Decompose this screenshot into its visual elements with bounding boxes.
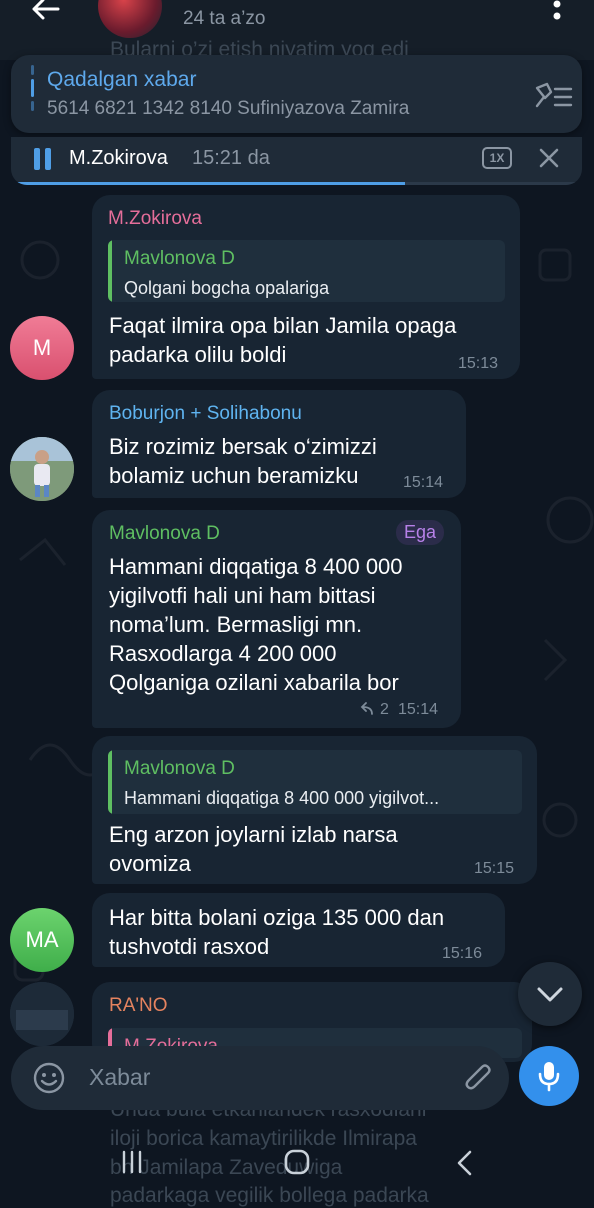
message-text-line: Faqat ilmira opa bilan Jamila opaga <box>109 313 457 338</box>
member-count: 24 ta a’zo <box>183 8 266 29</box>
avatar-photo <box>10 982 74 1046</box>
message-text-line: noma’lum. Bermasligi mn. <box>109 612 363 637</box>
avatar[interactable] <box>10 982 74 1046</box>
reply-sender: Mavlonova D <box>124 758 235 779</box>
owner-badge: Ega <box>396 520 445 545</box>
microphone-icon <box>538 1062 560 1092</box>
avatar[interactable]: M <box>10 316 74 380</box>
reply-quote[interactable]: Mavlonova D Qolgani bogcha opalariga <box>108 240 505 302</box>
pinned-text: 5614 6821 1342 8140 Sufiniyazova Zamira <box>47 98 410 119</box>
player-time: 15:21 da <box>192 147 270 169</box>
message-bubble[interactable]: Mavlonova D Hammani diqqatiga 8 400 000 … <box>92 736 537 884</box>
pinned-indicator <box>31 65 34 121</box>
audio-player-bar[interactable]: M.Zokirova 15:21 da 1X <box>11 137 582 185</box>
message-time: 15:15 <box>474 860 515 877</box>
recent-apps-icon[interactable] <box>120 1150 144 1174</box>
message-time: 15:13 <box>458 355 499 372</box>
sender-name[interactable]: Boburjon + Solihabonu <box>109 403 302 425</box>
message-text-line: bolamiz uchun beramizku <box>109 463 359 488</box>
message-input-bar[interactable]: Xabar <box>11 1046 509 1110</box>
message-text-line: Biz rozimiz bersak o‘zimizzi <box>109 434 377 459</box>
attach-icon[interactable] <box>463 1060 495 1096</box>
message-time: 15:16 <box>442 945 483 962</box>
message-text-line: Rasxodlarga 4 200 000 <box>109 641 337 666</box>
pinned-message-bar[interactable]: Qadalgan xabar 5614 6821 1342 8140 Sufin… <box>11 55 582 133</box>
message-text-line: Eng arzon joylarni izlab narsa <box>109 822 398 847</box>
player-sender-name: M.Zokirova <box>69 147 168 169</box>
chat-header: 24 ta a’zo Bularni o’zi etish niyatim yo… <box>0 0 594 61</box>
reply-sender: Mavlonova D <box>124 248 235 269</box>
forward-icon <box>360 702 373 715</box>
pause-icon[interactable] <box>34 148 54 170</box>
message-text-line: Qolganiga ozilani xabarila bor <box>109 670 399 695</box>
group-avatar[interactable] <box>98 0 162 38</box>
reply-bar <box>108 240 112 302</box>
avatar[interactable]: MA <box>10 908 74 972</box>
voice-record-button[interactable] <box>519 1046 579 1106</box>
message-bubble[interactable]: M.Zokirova Mavlonova D Qolgani bogcha op… <box>92 195 520 379</box>
unpin-icon[interactable] <box>533 80 573 110</box>
message-text-line: padarka olilu boldi <box>109 342 287 367</box>
more-vertical-icon[interactable] <box>552 0 562 32</box>
back-arrow-icon[interactable] <box>28 0 62 26</box>
message-text-line: tushvotdi rasxod <box>109 934 270 959</box>
message-bubble[interactable]: Mavlonova D Ega Hammani diqqatiga 8 400 … <box>92 510 461 728</box>
message-text-line: iloji borica kamaytirilikde Ilmirapa <box>110 1127 417 1150</box>
avatar[interactable] <box>10 437 74 501</box>
system-back-icon[interactable] <box>456 1150 472 1176</box>
message-time: 15:14 <box>403 474 444 491</box>
player-progress-fill <box>11 182 405 185</box>
close-icon[interactable] <box>537 146 561 170</box>
message-text-line: yigilvotfi hali uni ham bittasi <box>109 583 376 608</box>
pinned-title: Qadalgan xabar <box>47 68 197 91</box>
sender-name[interactable]: Mavlonova D <box>109 523 220 545</box>
message-bubble[interactable]: Boburjon + Solihabonu Biz rozimiz bersak… <box>92 390 466 498</box>
scroll-down-button[interactable] <box>518 962 582 1026</box>
avatar-photo <box>10 437 74 501</box>
reply-bar <box>108 750 112 814</box>
reply-quote[interactable]: Mavlonova D Hammani diqqatiga 8 400 000 … <box>108 750 522 814</box>
emoji-icon[interactable] <box>33 1062 65 1094</box>
sender-name[interactable]: M.Zokirova <box>108 208 202 230</box>
message-bubble[interactable]: Har bitta bolani oziga 135 000 dan tushv… <box>92 893 505 967</box>
message-text-line: ovomiza <box>109 851 191 876</box>
message-time: 15:14 <box>398 701 439 718</box>
playback-speed-button[interactable]: 1X <box>482 147 512 169</box>
message-text-line: Hammani diqqatiga 8 400 000 <box>109 554 403 579</box>
sender-name[interactable]: RA'NO <box>109 995 168 1017</box>
home-icon[interactable] <box>284 1149 310 1175</box>
reply-text: Qolgani bogcha opalariga <box>124 278 330 298</box>
forward-count: 2 <box>380 701 389 718</box>
reply-text: Hammani diqqatiga 8 400 000 yigilvot... <box>124 788 440 808</box>
message-input[interactable]: Xabar <box>89 1064 150 1091</box>
message-text-line: Har bitta bolani oziga 135 000 dan <box>109 905 445 930</box>
chevron-down-icon <box>537 987 563 1002</box>
message-text-line: padarkaga vegilik bollega padarka <box>110 1184 429 1207</box>
